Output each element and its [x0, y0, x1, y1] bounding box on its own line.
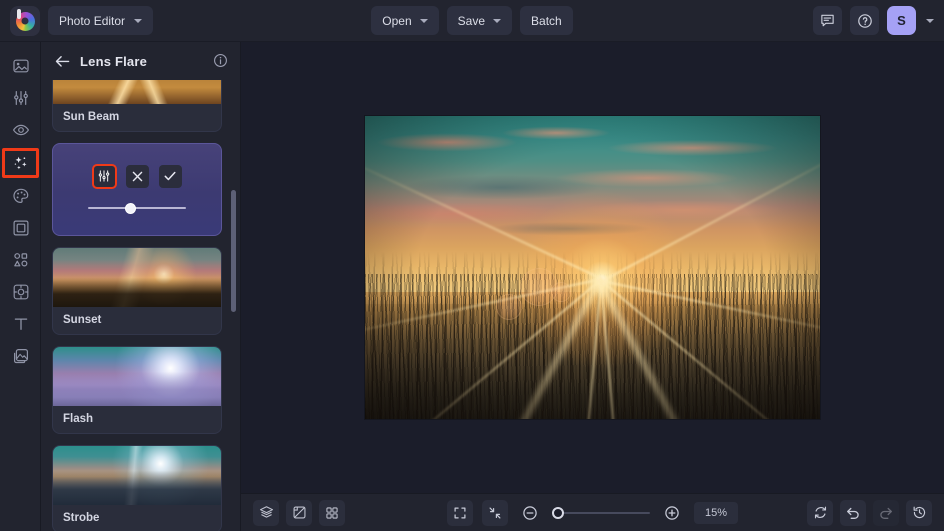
- history-controls: [807, 500, 932, 526]
- zoom-in-button[interactable]: [659, 500, 685, 526]
- info-button[interactable]: [213, 53, 228, 73]
- palette-icon: [12, 187, 30, 205]
- preset-label: Sun Beam: [53, 104, 221, 131]
- image-icon: [12, 57, 30, 75]
- preset-apply-button[interactable]: [159, 165, 182, 188]
- history-button[interactable]: [906, 500, 932, 526]
- sidebar-item-color[interactable]: [0, 180, 41, 212]
- reset-button[interactable]: [807, 500, 833, 526]
- chevron-down-icon: [493, 19, 501, 23]
- right-actions: S: [813, 6, 934, 35]
- undo-icon: [845, 505, 861, 521]
- photo-plant-stalks: [365, 252, 820, 419]
- center-actions: Open Save Batch: [0, 6, 944, 35]
- avatar-initial: S: [897, 13, 906, 28]
- open-button[interactable]: Open: [371, 6, 438, 35]
- sidebar-item-adjust[interactable]: [0, 82, 41, 114]
- bottom-bar: 15%: [241, 493, 944, 531]
- preset-controls: [93, 165, 182, 188]
- zoom-out-button[interactable]: [517, 500, 543, 526]
- panel-header: Lens Flare: [41, 42, 240, 80]
- preset-card-sunset[interactable]: Sunset: [52, 247, 222, 335]
- preset-card-sun-beam[interactable]: Sun Beam: [52, 80, 222, 132]
- layers-icon: [12, 347, 30, 365]
- settings-sliders-icon: [97, 169, 111, 183]
- adjustments-icon: [12, 89, 30, 107]
- preset-thumbnail: [53, 446, 221, 505]
- sidebar-item-image[interactable]: [0, 50, 41, 82]
- info-icon: [213, 53, 228, 68]
- batch-label: Batch: [531, 14, 562, 28]
- sidebar-item-effects[interactable]: [2, 148, 39, 178]
- preset-card-strobe[interactable]: Strobe: [52, 445, 222, 531]
- feedback-button[interactable]: [813, 6, 842, 35]
- panel-scrollbar[interactable]: [231, 190, 236, 312]
- sidebar-item-text[interactable]: [0, 308, 41, 340]
- preset-thumbnail: [53, 347, 221, 406]
- preset-thumbnail: [53, 248, 221, 307]
- batch-button[interactable]: Batch: [520, 6, 573, 35]
- avatar-chevron-down-icon[interactable]: [926, 19, 934, 23]
- chevron-down-icon: [420, 19, 428, 23]
- slider-track: [88, 207, 186, 209]
- redo-icon: [878, 505, 894, 521]
- help-button[interactable]: [850, 6, 879, 35]
- save-button[interactable]: Save: [447, 6, 512, 35]
- retouch-icon: [12, 283, 30, 301]
- sidebar-item-layers[interactable]: [0, 340, 41, 372]
- fit-screen-button[interactable]: [447, 500, 473, 526]
- sidebar-item-retouch[interactable]: [0, 276, 41, 308]
- photo-editor-window: Photo Editor Open Save Batch: [0, 0, 944, 531]
- top-bar: Photo Editor Open Save Batch: [0, 0, 944, 42]
- redo-button[interactable]: [873, 500, 899, 526]
- sidebar-item-frames[interactable]: [0, 212, 41, 244]
- preset-intensity-slider[interactable]: [88, 201, 186, 215]
- zoom-slider-track: [552, 512, 650, 514]
- zoom-in-icon: [664, 505, 680, 521]
- close-icon: [131, 170, 144, 183]
- preset-label: Sunset: [53, 307, 221, 334]
- canvas-area[interactable]: [241, 42, 944, 493]
- preset-cancel-button[interactable]: [126, 165, 149, 188]
- history-icon: [912, 505, 927, 520]
- tool-rail: [0, 42, 41, 531]
- preset-list[interactable]: Sun Beam: [41, 80, 241, 531]
- open-label: Open: [382, 14, 411, 28]
- undo-button[interactable]: [840, 500, 866, 526]
- zoom-value[interactable]: 15%: [694, 502, 738, 524]
- sidebar-item-shapes[interactable]: [0, 244, 41, 276]
- panel-title: Lens Flare: [80, 54, 147, 69]
- save-label: Save: [458, 14, 485, 28]
- chat-icon: [820, 13, 835, 28]
- shapes-icon: [12, 251, 30, 269]
- help-icon: [857, 13, 873, 29]
- back-button[interactable]: [55, 55, 70, 68]
- check-icon: [163, 169, 177, 183]
- zoom-slider[interactable]: [552, 505, 650, 521]
- back-arrow-icon: [55, 55, 70, 68]
- effects-panel: Lens Flare Sun Beam: [41, 42, 241, 531]
- preset-card-selected[interactable]: [52, 143, 222, 236]
- preset-settings-button[interactable]: [93, 165, 116, 188]
- photo-canvas[interactable]: [365, 116, 820, 419]
- preset-label: Flash: [53, 406, 221, 433]
- preset-label: Strobe: [53, 505, 221, 531]
- fit-screen-icon: [453, 506, 467, 520]
- text-icon: [12, 315, 30, 333]
- zoom-out-icon: [522, 505, 538, 521]
- effects-sparkle-icon: [12, 154, 30, 172]
- frame-icon: [12, 219, 30, 237]
- reset-icon: [813, 505, 828, 520]
- eye-icon: [12, 121, 30, 139]
- actual-size-button[interactable]: [482, 500, 508, 526]
- preset-thumbnail: [53, 80, 221, 104]
- preset-card-flash[interactable]: Flash: [52, 346, 222, 434]
- zoom-slider-knob[interactable]: [552, 507, 564, 519]
- sidebar-item-preview[interactable]: [0, 114, 41, 146]
- shrink-icon: [488, 506, 502, 520]
- slider-knob[interactable]: [125, 203, 136, 214]
- avatar[interactable]: S: [887, 6, 916, 35]
